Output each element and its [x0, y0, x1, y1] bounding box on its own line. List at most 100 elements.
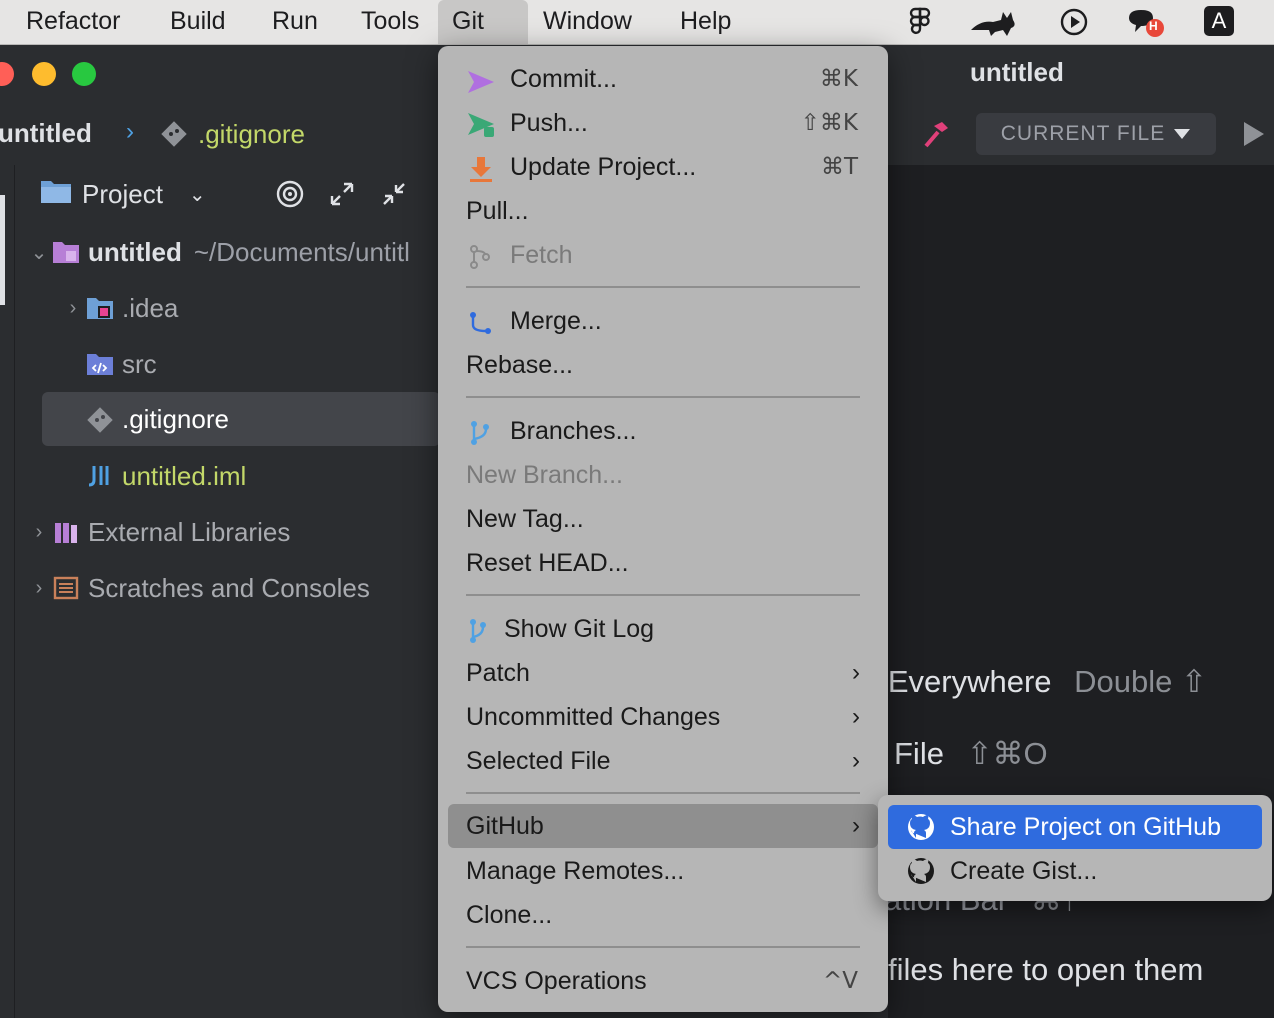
play-circle-icon[interactable]	[1058, 6, 1090, 38]
notification-badge: H	[1149, 19, 1158, 33]
hint-drop-files: files here to open them	[888, 952, 1204, 987]
menu-item-show-git-log[interactable]: Show Git Log	[438, 607, 888, 651]
menu-item-clone[interactable]: Clone...	[438, 893, 888, 937]
tree-item-idea[interactable]: › .idea	[60, 288, 179, 328]
github-icon	[906, 856, 936, 886]
menu-item-branches[interactable]: Branches...	[438, 409, 888, 453]
push-arrow-icon	[466, 109, 496, 137]
chevron-right-icon: ›	[852, 747, 860, 774]
chevron-down-icon[interactable]: ⌄	[189, 182, 206, 207]
tree-label: External Libraries	[88, 516, 291, 547]
menu-help[interactable]: Help	[666, 0, 745, 44]
build-hammer-icon[interactable]	[920, 118, 952, 155]
menu-item-label: Show Git Log	[504, 615, 655, 643]
menu-item-label: Branches...	[510, 417, 637, 445]
fetch-icon	[466, 241, 496, 269]
chevron-right-icon[interactable]: ›	[60, 297, 86, 320]
input-source-icon[interactable]: A	[1204, 6, 1234, 36]
menu-item-label: Pull...	[466, 197, 529, 225]
zoom-window-button[interactable]	[72, 62, 96, 86]
chevron-right-icon: ›	[852, 659, 860, 686]
idea-folder-icon	[86, 295, 114, 321]
menu-item-label: Selected File	[466, 747, 611, 775]
menu-refactor[interactable]: Refactor	[12, 0, 134, 44]
menu-item-commit[interactable]: Commit... ⌘K	[438, 57, 888, 101]
git-dropdown-menu: Commit... ⌘K Push... ⇧⌘K Update Project.…	[438, 46, 888, 1012]
project-tool-tab[interactable]	[0, 185, 14, 455]
chevron-right-icon: ›	[852, 812, 860, 839]
tree-item-src[interactable]: src	[86, 344, 157, 384]
breadcrumb-project[interactable]: untitled	[0, 118, 92, 149]
menu-separator	[466, 594, 860, 596]
menu-item-new-tag[interactable]: New Tag...	[438, 497, 888, 541]
menu-item-uncommitted-changes[interactable]: Uncommitted Changes ›	[438, 695, 888, 739]
project-panel-header[interactable]: Project ⌄	[40, 178, 206, 211]
menu-window[interactable]: Window	[529, 0, 646, 44]
window-title: untitled	[970, 57, 1064, 87]
breadcrumb-file[interactable]: .gitignore	[198, 119, 305, 150]
menu-item-vcs-operations[interactable]: VCS Operations ^V	[438, 959, 888, 1003]
chat-notification-icon[interactable]: H	[1124, 6, 1166, 38]
menu-item-selected-file[interactable]: Selected File ›	[438, 739, 888, 783]
menu-item-label: Reset HEAD...	[466, 549, 629, 577]
hint-shortcut: Double ⇧	[1074, 664, 1207, 699]
tree-label: .gitignore	[122, 403, 229, 434]
tree-path: ~/Documents/untitl	[193, 236, 410, 267]
menu-item-update-project[interactable]: Update Project... ⌘T	[438, 145, 888, 189]
tree-item-iml[interactable]: untitled.iml	[86, 456, 246, 496]
tree-label: untitled	[88, 236, 182, 267]
cat-icon[interactable]	[966, 6, 1024, 38]
menu-build[interactable]: Build	[156, 0, 240, 44]
menu-item-rebase[interactable]: Rebase...	[438, 343, 888, 387]
tool-window-strip	[0, 165, 15, 1018]
menu-item-label: Commit...	[510, 65, 617, 93]
tree-item-gitignore[interactable]: .gitignore	[42, 392, 440, 446]
breadcrumb-chevron-icon: ›	[126, 118, 134, 145]
locate-target-icon[interactable]	[276, 180, 304, 213]
menu-tools[interactable]: Tools	[347, 0, 433, 44]
menu-separator	[466, 946, 860, 948]
minimize-window-button[interactable]	[32, 62, 56, 86]
menu-item-label: Fetch	[510, 241, 573, 269]
menu-item-label: Manage Remotes...	[466, 857, 685, 885]
hint-label: File	[894, 736, 944, 771]
menu-separator	[466, 792, 860, 794]
menu-item-pull[interactable]: Pull...	[438, 189, 888, 233]
tree-item-external-libraries[interactable]: › External Libraries	[26, 512, 291, 552]
menu-item-share-project-on-github[interactable]: Share Project on GitHub	[888, 805, 1262, 849]
chevron-right-icon[interactable]: ›	[26, 521, 52, 544]
chevron-down-icon[interactable]: ⌄	[26, 240, 52, 265]
menu-item-label: Clone...	[466, 901, 553, 929]
menu-item-create-gist[interactable]: Create Gist...	[888, 849, 1262, 893]
collapse-all-icon[interactable]	[380, 180, 408, 213]
menu-item-github[interactable]: GitHub ›	[448, 804, 878, 848]
source-folder-icon	[86, 351, 114, 377]
menu-item-label: Rebase...	[466, 351, 574, 379]
menu-item-shortcut: ⌘K	[819, 66, 858, 92]
menu-item-manage-remotes[interactable]: Manage Remotes...	[438, 849, 888, 893]
chevron-right-icon[interactable]: ›	[26, 577, 52, 600]
menu-item-reset-head[interactable]: Reset HEAD...	[438, 541, 888, 585]
tree-item-root[interactable]: ⌄ untitled ~/Documents/untitl	[26, 232, 410, 272]
run-configuration-selector[interactable]: CURRENT FILE	[976, 113, 1216, 155]
menu-item-merge[interactable]: Merge...	[438, 299, 888, 343]
tree-label: src	[122, 348, 157, 379]
menu-item-label: New Tag...	[466, 505, 584, 533]
menu-separator	[466, 396, 860, 398]
figma-icon[interactable]	[904, 6, 936, 38]
run-play-icon[interactable]	[1240, 120, 1266, 153]
menu-item-push[interactable]: Push... ⇧⌘K	[438, 101, 888, 145]
run-config-label: CURRENT FILE	[1000, 122, 1166, 145]
menu-run[interactable]: Run	[258, 0, 332, 44]
menu-item-fetch: Fetch	[438, 233, 888, 277]
menu-item-label: Create Gist...	[950, 857, 1098, 885]
expand-all-icon[interactable]	[328, 180, 356, 213]
git-file-icon	[86, 406, 114, 433]
menu-item-label: Share Project on GitHub	[950, 813, 1221, 841]
menu-git[interactable]: Git	[438, 0, 528, 44]
tree-item-scratches[interactable]: › Scratches and Consoles	[26, 568, 370, 608]
commit-arrow-icon	[466, 65, 496, 93]
hint-label: h Everywhere	[862, 664, 1052, 699]
menu-item-patch[interactable]: Patch ›	[438, 651, 888, 695]
menu-item-shortcut: ⇧⌘K	[800, 110, 858, 136]
